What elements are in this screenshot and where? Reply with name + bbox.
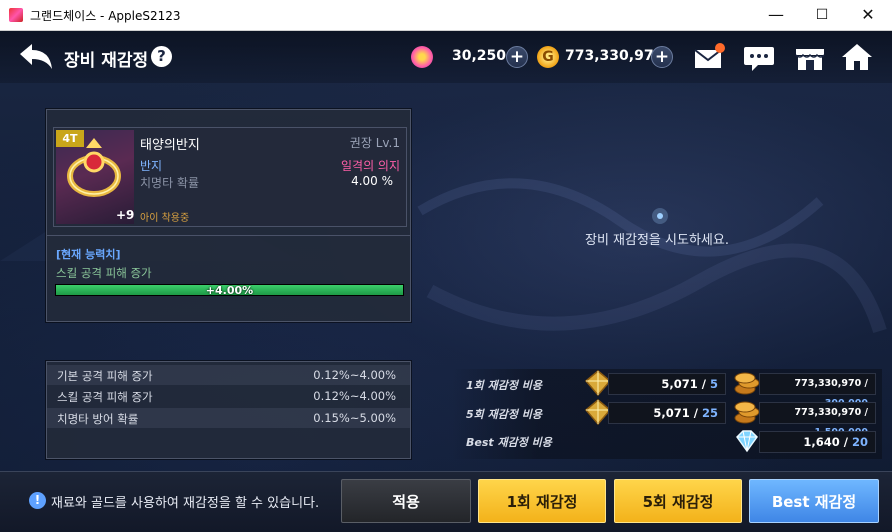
stat-range-row: 기본 공격 피해 증가 0.12%~4.00%: [47, 365, 410, 385]
stat-range-value: 0.12%~4.00%: [313, 389, 396, 403]
tier-badge: 4T: [56, 130, 84, 147]
add-crystal-button[interactable]: +: [506, 46, 528, 68]
gold-have: 773,330,970: [794, 407, 862, 418]
home-icon[interactable]: [840, 42, 874, 72]
chat-icon[interactable]: [742, 42, 776, 72]
best-cost: 1,640 / 20: [759, 431, 876, 453]
item-set-name: 일격의 의지: [340, 159, 400, 173]
stone-have: 5,071: [653, 406, 690, 420]
gold-coin-icon: G: [537, 46, 559, 68]
item-name: 태양의반지: [140, 138, 200, 153]
gold-cost-1x: 773,330,970 / 300,000: [759, 373, 876, 409]
crystal-currency-icon: [411, 46, 433, 68]
ability-bar-value: +4.00%: [205, 284, 254, 297]
close-button[interactable]: ✕: [845, 0, 891, 30]
stone-cost-5x: 5,071 / 25: [608, 402, 726, 424]
stone-need: 25: [701, 406, 718, 420]
window-titlebar: 그랜드체이스 - AppleS2123 — ☐ ✕: [0, 0, 892, 31]
item-type: 반지: [140, 159, 163, 173]
crystal-amount: 30,250: [452, 48, 507, 64]
top-bar: 장비 재감정 ? 30,250 + G 773,330,970 +: [0, 31, 892, 83]
stone-need: 5: [709, 377, 718, 391]
reappraise-prompt: 장비 재감정을 시도하세요.: [585, 233, 729, 248]
mail-icon[interactable]: [692, 42, 726, 72]
reappraise-five-button[interactable]: 5회 재감정: [614, 479, 742, 523]
window-title: 그랜드체이스 - AppleS2123: [30, 9, 181, 23]
bottom-bar: ! 재료와 골드를 사용하여 재감정을 할 수 있습니다. 적용 1회 재감정 …: [0, 471, 892, 532]
current-ability-stat: 스킬 공격 피해 증가: [56, 266, 152, 280]
cost-label-5x: 5회 재감정 비용: [466, 408, 543, 421]
stat-range-row: 스킬 공격 피해 증가 0.12%~4.00%: [47, 386, 410, 406]
gold-cost-5x: 773,330,970 / 1,500,000: [759, 402, 876, 438]
info-icon: !: [29, 492, 46, 509]
stone-have: 5,071: [661, 377, 698, 391]
item-stat-value: 4.00 %: [351, 174, 393, 188]
stat-range-row: 치명타 방어 확률 0.15%~5.00%: [47, 408, 410, 428]
gold-coins-icon: [734, 401, 760, 424]
maximize-button[interactable]: ☐: [799, 0, 845, 30]
shop-icon[interactable]: [793, 42, 827, 72]
apply-button[interactable]: 적용: [341, 479, 471, 523]
stat-range-name: 치명타 방어 확률: [57, 412, 139, 426]
back-arrow-icon[interactable]: [16, 41, 56, 73]
item-card: 4T +9 태양의반지 권장 Lv.1 반지 일격의 의지 치명타 확률 4.0…: [53, 127, 407, 227]
best-reappraise-button[interactable]: Best 재감정: [749, 479, 879, 523]
diamond-need: 20: [851, 435, 868, 449]
app-icon: [9, 8, 23, 22]
stat-range-value: 0.12%~4.00%: [313, 368, 396, 382]
page-title: 장비 재감정: [64, 51, 149, 71]
game-screen: 장비 재감정 ? 30,250 + G 773,330,970 + 4T +9 …: [0, 31, 892, 532]
add-gold-button[interactable]: +: [651, 46, 673, 68]
stone-cost-1x: 5,071 / 5: [608, 373, 726, 395]
gold-have: 773,330,970: [794, 378, 862, 389]
gold-amount: 773,330,970: [565, 48, 664, 64]
diamond-have: 1,640: [803, 435, 840, 449]
enhance-level: +9: [116, 208, 135, 222]
minimize-button[interactable]: —: [753, 0, 799, 30]
stat-range-value: 0.15%~5.00%: [313, 411, 396, 425]
cost-label-1x: 1회 재감정 비용: [466, 379, 543, 392]
diamond-icon: [736, 430, 758, 453]
equip-status: 아이 착용중: [140, 213, 190, 224]
ring-item-image: 4T +9: [56, 130, 134, 224]
help-icon[interactable]: ?: [151, 46, 172, 67]
stat-range-name: 기본 공격 피해 증가: [57, 369, 153, 383]
reappraise-once-button[interactable]: 1회 재감정: [478, 479, 606, 523]
item-stat-name: 치명타 확률: [140, 176, 200, 190]
ability-bar: +4.00%: [55, 284, 404, 297]
cost-label-best: Best 재감정 비용: [466, 436, 552, 449]
stat-range-name: 스킬 공격 피해 증가: [57, 390, 153, 404]
gold-coins-icon: [734, 372, 760, 395]
notice-text: 재료와 골드를 사용하여 재감정을 할 수 있습니다.: [51, 496, 320, 511]
item-rank: 권장 Lv.1: [349, 136, 400, 150]
current-ability-label: [현재 능력치]: [56, 248, 121, 261]
divider: [47, 235, 410, 236]
